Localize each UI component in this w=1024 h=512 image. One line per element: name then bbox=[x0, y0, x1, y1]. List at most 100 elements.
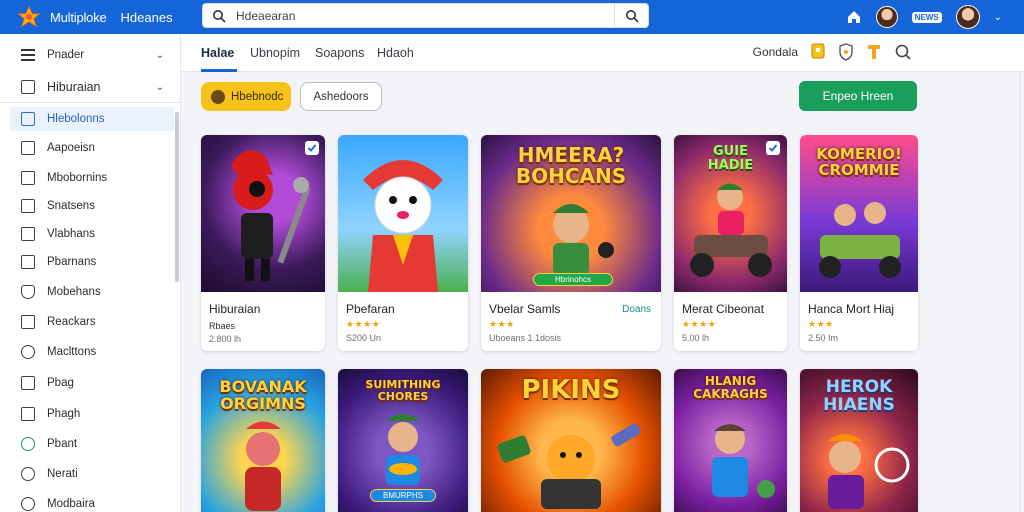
calendar-icon bbox=[21, 227, 35, 241]
game-art-title: KOMERIO! CROMMIE bbox=[816, 145, 902, 179]
sidebar-item-2[interactable]: Hlebolonns bbox=[10, 107, 174, 131]
sidebar-item-8[interactable]: Mobehans bbox=[0, 282, 176, 302]
search-button[interactable] bbox=[614, 4, 648, 27]
game-card-artwork: HEROK HIAENS bbox=[800, 369, 918, 512]
library-icon bbox=[21, 112, 35, 126]
sidebar-item-label: Pbag bbox=[47, 377, 74, 389]
app-subtitle[interactable]: Hdeanes bbox=[121, 10, 173, 25]
chip-avatar-icon bbox=[211, 89, 225, 104]
chevron-down-icon[interactable]: ⌄ bbox=[156, 82, 164, 93]
sidebar-item-label: Mbobornins bbox=[47, 172, 108, 184]
character-illustration bbox=[231, 150, 311, 281]
tab-home[interactable]: Halae bbox=[201, 46, 234, 60]
rating-stars: ★★★ bbox=[489, 319, 515, 329]
character-illustration bbox=[363, 160, 443, 292]
sidebar-item-11[interactable]: Pbag bbox=[0, 373, 176, 393]
rating-stars: ★★★★ bbox=[682, 319, 717, 329]
app-logo-icon[interactable] bbox=[18, 6, 40, 28]
game-art-title: BOVANAK ORGIMNS bbox=[219, 377, 307, 413]
game-card[interactable]: GUIE HADIE Merat Cibeonat ★★★★ 5.00 lh bbox=[674, 135, 787, 351]
sidebar-item-label: Pnader bbox=[47, 49, 85, 61]
game-card-artwork: HMEERA? BOHCANS Hbrinohcs bbox=[481, 135, 661, 292]
zoom-icon[interactable] bbox=[894, 43, 912, 61]
sidebar-item-3[interactable]: Aapoeisn bbox=[0, 138, 176, 158]
game-card-title: Hiburaian bbox=[209, 302, 261, 316]
game-card[interactable]: PIKINS bbox=[481, 369, 661, 512]
grid-icon bbox=[21, 80, 35, 94]
game-card[interactable]: KOMERIO! CROMMIE Hanca Mort Hiaj ★★★ 2.5… bbox=[800, 135, 918, 351]
sidebar-item-10[interactable]: Maclttons bbox=[0, 342, 176, 362]
sidebar-item-label: Vlabhans bbox=[47, 228, 95, 240]
game-art-title: HEROK HIAENS bbox=[823, 377, 895, 415]
sidebar-item-13[interactable]: Pbant bbox=[0, 434, 176, 454]
tab-sessions[interactable]: Soapons bbox=[315, 46, 364, 60]
shield-icon bbox=[21, 285, 35, 299]
game-card[interactable]: SUIMITHING CHORES BMURPHS bbox=[338, 369, 468, 512]
filter-chip-secondary[interactable]: Ashedoors bbox=[300, 82, 382, 111]
game-art-pill: Hbrinohcs bbox=[533, 273, 613, 286]
chevron-down-icon[interactable]: ⌄ bbox=[156, 50, 164, 61]
game-card-artwork: BOVANAK ORGIMNS bbox=[201, 369, 325, 512]
game-card[interactable]: HEROK HIAENS bbox=[800, 369, 918, 512]
sidebar-item-label: Phagh bbox=[47, 408, 81, 420]
game-card-subtitle: Rbaes bbox=[209, 321, 236, 331]
sidebar-item-12[interactable]: Phagh bbox=[0, 404, 176, 424]
sidebar-item-0[interactable]: Pnader ⌄ bbox=[0, 44, 176, 66]
game-art-title: HLANIG CAKRAGHS bbox=[693, 374, 768, 401]
game-card-artwork: PIKINS bbox=[481, 369, 661, 512]
game-card[interactable]: Hiburaian Rbaes 2.800 lh bbox=[201, 135, 325, 351]
home-icon[interactable] bbox=[846, 9, 862, 25]
filter-chip-label: Hbebnodc bbox=[231, 90, 284, 103]
rating-stars: ★★★★ bbox=[346, 319, 381, 329]
game-art-pill: BMURPHS bbox=[370, 489, 436, 502]
sidebar-item-label: Hlebolonns bbox=[47, 113, 105, 125]
chevron-down-icon[interactable]: ⌄ bbox=[994, 12, 1002, 23]
user-avatar[interactable] bbox=[955, 5, 980, 29]
game-card-title: Merat Cibeonat bbox=[682, 302, 765, 316]
game-card-artwork: SUIMITHING CHORES BMURPHS bbox=[338, 369, 468, 512]
sidebar-item-15[interactable]: Modbaira bbox=[0, 494, 176, 512]
tag-icon[interactable] bbox=[866, 43, 882, 61]
sidebar-item-7[interactable]: Pbarnans bbox=[0, 252, 176, 272]
sidebar-item-label: Pbant bbox=[47, 438, 78, 450]
rating-stars: ★★★ bbox=[808, 319, 834, 329]
tab-upcoming[interactable]: Ubnopim bbox=[250, 46, 300, 60]
sidebar-item-14[interactable]: Nerati bbox=[0, 464, 176, 484]
primary-action-button[interactable]: Enpeo Hreen bbox=[799, 81, 917, 111]
game-card[interactable]: BOVANAK ORGIMNS bbox=[201, 369, 325, 512]
game-card-meta: 2.800 lh bbox=[209, 334, 242, 344]
page-scrollbar[interactable] bbox=[1019, 72, 1021, 512]
shield-icon[interactable] bbox=[838, 43, 854, 61]
sidebar-item-1[interactable]: Hiburaian ⌄ bbox=[0, 76, 176, 98]
sidebar-item-label: Reackars bbox=[47, 316, 96, 328]
sidebar-item-label: Snatsens bbox=[47, 200, 95, 212]
game-card[interactable]: HMEERA? BOHCANS Hbrinohcs Vbelar Samls D… bbox=[481, 135, 661, 351]
search-input[interactable] bbox=[236, 8, 616, 23]
sidebar-divider bbox=[0, 102, 181, 103]
verified-icon bbox=[766, 141, 780, 155]
filter-chip-primary[interactable]: Hbebnodc bbox=[201, 82, 291, 111]
top-right-actions: NEWS ⌄ bbox=[846, 3, 1002, 31]
game-card[interactable]: Pbefaran ★★★★ S200 Un bbox=[338, 135, 468, 351]
game-card-action[interactable]: Doans bbox=[622, 304, 651, 315]
bookmark-icon[interactable] bbox=[810, 43, 826, 61]
help-icon bbox=[21, 497, 35, 511]
sidebar-scrollbar[interactable] bbox=[175, 112, 179, 282]
game-card-title: Hanca Mort Hiaj bbox=[808, 302, 895, 316]
settings-icon bbox=[21, 345, 35, 359]
sidebar-item-5[interactable]: Snatsens bbox=[0, 196, 176, 216]
game-art-title: PIKINS bbox=[521, 375, 621, 405]
bookmark-icon bbox=[21, 199, 35, 213]
card-icon bbox=[21, 255, 35, 269]
game-card[interactable]: HLANIG CAKRAGHS bbox=[674, 369, 787, 512]
sidebar: Pnader ⌄ Hiburaian ⌄ Hlebolonns Aapoeisn… bbox=[0, 34, 181, 512]
friend-avatar[interactable] bbox=[875, 6, 898, 28]
sidebar-item-4[interactable]: Mbobornins bbox=[0, 168, 176, 188]
news-badge[interactable]: NEWS bbox=[911, 11, 942, 23]
toolbar-right-label[interactable]: Gondala bbox=[753, 45, 798, 59]
game-card-title: Pbefaran bbox=[346, 302, 395, 316]
sidebar-item-6[interactable]: Vlabhans bbox=[0, 224, 176, 244]
sidebar-item-9[interactable]: Reackars bbox=[0, 312, 176, 332]
tab-hdaoh[interactable]: Hdaoh bbox=[377, 46, 414, 60]
bag-icon bbox=[21, 376, 35, 390]
